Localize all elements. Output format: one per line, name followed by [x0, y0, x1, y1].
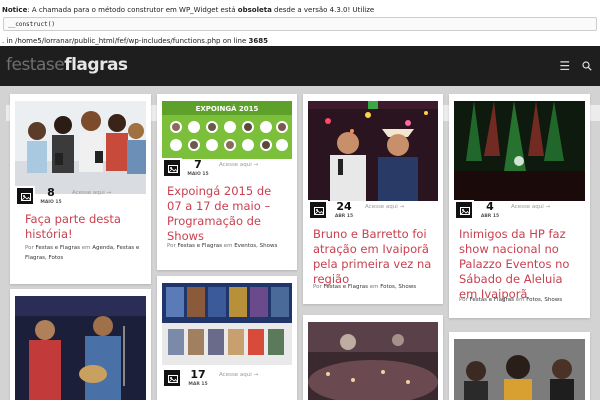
byline-por: Por	[167, 243, 176, 249]
post-card[interactable]: 24 ABR 15 Acesse aqui → Bruno e Barretto …	[303, 94, 443, 304]
post-card[interactable]	[10, 289, 151, 400]
post-meta: 8 MAIO 15 Acesse aqui →	[15, 186, 146, 214]
author-link[interactable]: Festas e Flagras	[470, 297, 514, 303]
notice-text-a: : A chamada para o método construtor em …	[27, 6, 238, 14]
logo-light: festase	[6, 55, 65, 75]
site-logo[interactable]: festaseflagras	[6, 55, 128, 75]
byline-em: em	[223, 243, 233, 249]
notice-online: on line	[220, 37, 249, 45]
post-title[interactable]: Faça parte desta história!	[25, 212, 143, 242]
access-link[interactable]: Acesse aqui →	[72, 190, 111, 196]
post-thumbnail[interactable]	[162, 283, 292, 365]
byline-em: em	[81, 245, 91, 251]
notice-obsolete: obsoleta	[237, 6, 272, 14]
post-thumbnail[interactable]	[15, 296, 146, 400]
post-month: ABR 15	[334, 214, 354, 219]
post-meta: 4 ABR 15 Acesse aqui →	[454, 200, 585, 228]
byline-por: Por	[25, 245, 34, 251]
access-link[interactable]: Acesse aqui →	[219, 372, 258, 378]
notice-code: __construct()	[3, 17, 597, 31]
post-meta: 24 ABR 15 Acesse aqui →	[308, 200, 438, 228]
post-card[interactable]	[449, 332, 590, 400]
post-day: 24	[336, 200, 352, 213]
access-link[interactable]: Acesse aqui →	[511, 204, 550, 210]
camera-icon	[454, 200, 474, 220]
notice-path-text: . in /home5/lorranar/public_html/fef/wp-…	[2, 37, 221, 45]
post-day: 8	[47, 186, 55, 199]
author-link[interactable]: Festas e Flagras	[324, 284, 368, 290]
post-byline: Por Festas e Flagras em Agenda, Festas e…	[25, 243, 143, 263]
post-thumbnail[interactable]	[308, 101, 438, 201]
post-title[interactable]: Inimigos da HP faz show nacional no Pala…	[459, 227, 582, 302]
post-card[interactable]: EXPOINGÁ 2015 7 MAIO 15 Acesse aqui → Exp…	[157, 94, 297, 270]
site-header: festaseflagras ☰	[0, 46, 600, 86]
camera-icon	[162, 158, 182, 178]
post-date: 7 MAIO 15	[184, 159, 212, 178]
author-link[interactable]: Festas e Flagras	[36, 245, 80, 251]
post-byline: Por Festas e Flagras em Eventos, Shows	[167, 241, 289, 251]
notice-line: Notice: A chamada para o método construt…	[2, 6, 374, 14]
post-thumbnail[interactable]	[308, 322, 438, 400]
post-meta: 17 MAR 15 Acesse aqui →	[162, 368, 292, 396]
php-notice: Notice: A chamada para o método construt…	[0, 0, 600, 46]
post-meta: 7 MAIO 15 Acesse aqui →	[162, 158, 292, 186]
byline-em: em	[515, 297, 525, 303]
post-thumbnail[interactable]	[454, 101, 585, 201]
post-month: MAIO 15	[187, 172, 209, 177]
post-date: 8 MAIO 15	[37, 187, 65, 206]
category-links[interactable]: Fotos, Shows	[380, 284, 416, 290]
logo-bold: flagras	[64, 55, 128, 75]
post-date: 17 MAR 15	[184, 369, 212, 388]
post-card[interactable]: 8 MAIO 15 Acesse aqui → Faça parte desta …	[10, 94, 151, 284]
post-byline: Por Festas e Flagras em Fotos, Shows	[459, 295, 582, 305]
post-title[interactable]: Bruno e Barretto foi atração em Ivaiporã…	[313, 227, 435, 287]
camera-icon	[162, 368, 182, 388]
post-date: 4 ABR 15	[476, 201, 504, 220]
access-link[interactable]: Acesse aqui →	[219, 162, 258, 168]
camera-icon	[308, 200, 328, 220]
post-thumbnail[interactable]: EXPOINGÁ 2015	[162, 101, 292, 159]
notice-line-number: 3685	[248, 37, 269, 45]
post-card[interactable]: 17 MAR 15 Acesse aqui →	[157, 276, 297, 400]
post-card[interactable]	[303, 315, 443, 400]
byline-em: em	[369, 284, 379, 290]
post-day: 17	[190, 368, 206, 381]
search-icon[interactable]	[582, 59, 592, 73]
post-month: ABR 15	[480, 214, 500, 219]
post-date: 24 ABR 15	[330, 201, 358, 220]
notice-path: . in /home5/lorranar/public_html/fef/wp-…	[2, 37, 268, 45]
author-link[interactable]: Festas e Flagras	[178, 243, 222, 249]
notice-label: Notice	[2, 6, 28, 14]
post-month: MAR 15	[188, 382, 208, 387]
post-byline: Por Festas e Flagras em Fotos, Shows	[313, 282, 435, 292]
post-day: 4	[486, 200, 494, 213]
post-thumbnail[interactable]	[454, 339, 585, 400]
header-icons: ☰	[551, 59, 592, 73]
post-month: MAIO 15	[40, 200, 62, 205]
post-thumbnail[interactable]	[15, 101, 146, 194]
category-links[interactable]: Eventos, Shows	[234, 243, 277, 249]
menu-icon[interactable]: ☰	[559, 59, 570, 73]
byline-por: Por	[313, 284, 322, 290]
access-link[interactable]: Acesse aqui →	[365, 204, 404, 210]
notice-text-b: desde a versão 4.3.0! Utilize	[271, 6, 375, 14]
post-title[interactable]: Expoingá 2015 de 07 a 17 de maio – Progr…	[167, 184, 289, 244]
camera-icon	[15, 186, 35, 206]
post-card[interactable]: 4 ABR 15 Acesse aqui → Inimigos da HP faz…	[449, 94, 590, 318]
category-links[interactable]: Fotos, Shows	[526, 297, 562, 303]
thumb-banner-text: EXPOINGÁ 2015	[196, 104, 259, 113]
byline-por: Por	[459, 297, 468, 303]
post-day: 7	[194, 158, 202, 171]
